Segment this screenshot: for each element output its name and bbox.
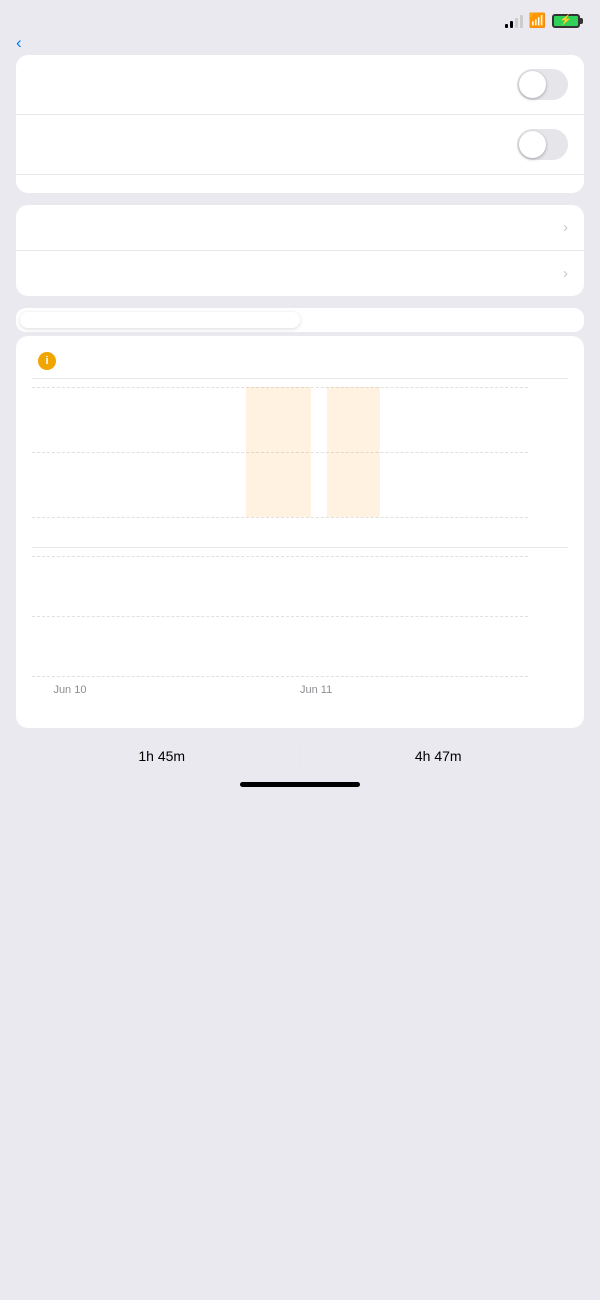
tab-last-10-days[interactable] [300,312,580,328]
chevron-right-icon-2: › [563,265,568,282]
screen-idle-value: 4h 47m [301,748,577,764]
battery-percentage-row [16,55,584,115]
activity-y-labels [532,556,568,676]
status-bar: 📶 ⚡ [0,0,600,35]
date-jun10: Jun 10 [53,684,86,696]
chart-section: i [16,336,584,728]
low-power-mode-toggle[interactable] [517,129,568,160]
chevron-right-icon: › [563,219,568,236]
chevron-left-icon: ‹ [16,33,22,53]
chart-divider-2 [32,547,568,548]
status-icons: 📶 ⚡ [505,12,580,29]
battery-bolt-icon: ⚡ [560,15,572,26]
info-icon[interactable]: i [38,352,56,370]
signal-icon [505,14,523,28]
slow-charger-label: i [32,352,568,370]
low-power-note [16,175,584,193]
battery-bars [32,387,528,517]
charging-indicators [32,521,568,537]
battery-health-value: › [559,219,568,236]
tab-last-24-hours[interactable] [20,312,300,328]
battery-icon: ⚡ [552,14,580,28]
battery-health-row[interactable]: › [16,205,584,251]
battery-percentage-toggle[interactable] [517,69,568,100]
charging-row[interactable]: › [16,251,584,296]
tabs-container [16,308,584,332]
date-jun11: Jun 11 [300,684,332,696]
screen-active-legend: 1h 45m [24,748,300,764]
wifi-icon: 📶 [529,12,546,29]
low-power-mode-row [16,115,584,175]
activity-chart [32,556,568,676]
date-labels: Jun 10 Jun 11 [32,684,568,712]
toggles-card [16,55,584,193]
nav-bar: ‹ [0,35,600,55]
health-card: › › [16,205,584,296]
chart-divider [32,378,568,379]
legend-row: 1h 45m 4h 47m [0,740,600,772]
back-button[interactable]: ‹ [16,33,24,53]
toggle-knob-2 [519,131,546,158]
activity-bars [32,556,528,676]
screen-idle-legend: 4h 47m [301,748,577,764]
battery-y-labels [532,387,568,517]
screen-active-value: 1h 45m [24,748,300,764]
charging-value: › [563,265,568,282]
toggle-knob [519,71,546,98]
home-indicator[interactable] [240,782,360,787]
battery-level-chart [32,387,568,517]
